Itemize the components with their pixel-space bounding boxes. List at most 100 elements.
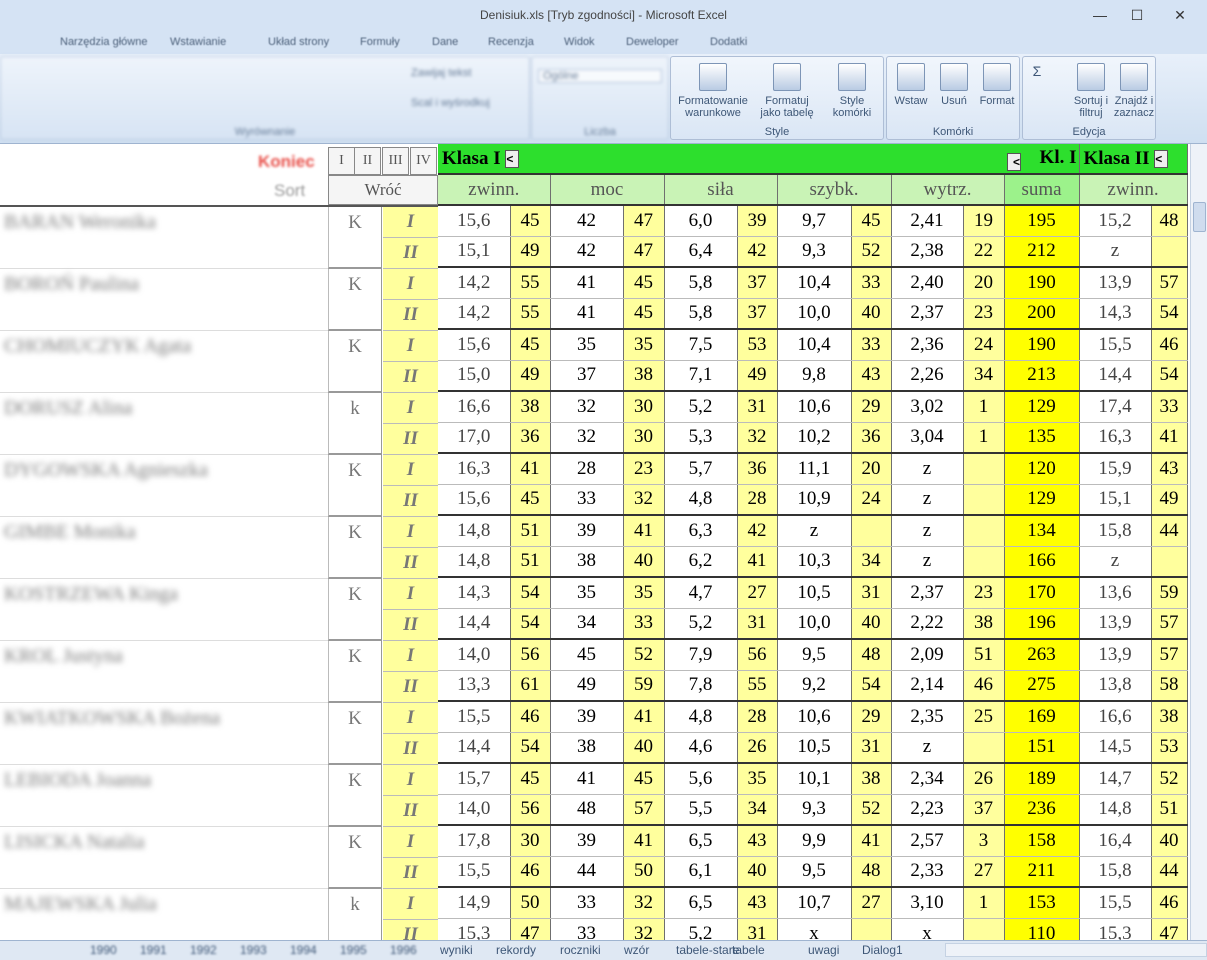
table-cell[interactable]: 2,33 bbox=[891, 856, 964, 888]
table-cell[interactable]: 37 bbox=[737, 266, 778, 299]
table-cell[interactable]: 20 bbox=[963, 266, 1005, 299]
table-cell[interactable]: 120 bbox=[1004, 452, 1080, 485]
table-cell[interactable]: 14,8 bbox=[438, 514, 511, 547]
table-cell[interactable]: 15,8 bbox=[1079, 856, 1152, 888]
table-cell[interactable]: 42 bbox=[550, 236, 624, 268]
table-cell[interactable]: 7,8 bbox=[664, 670, 738, 702]
table-cell[interactable]: 46 bbox=[1151, 886, 1188, 919]
table-cell[interactable]: 41 bbox=[737, 546, 778, 578]
vertical-scrollbar[interactable] bbox=[1190, 144, 1207, 940]
table-cell[interactable]: 15,5 bbox=[1079, 886, 1152, 919]
cell-styles-button[interactable]: Style komórki bbox=[823, 63, 881, 119]
table-cell[interactable]: 42 bbox=[737, 514, 778, 547]
table-cell[interactable]: 54 bbox=[851, 670, 892, 702]
table-cell[interactable] bbox=[851, 514, 892, 547]
table-cell[interactable]: 53 bbox=[737, 328, 778, 361]
table-cell[interactable]: 14,0 bbox=[438, 794, 511, 826]
level-button-III[interactable]: III bbox=[382, 147, 409, 175]
table-cell[interactable]: 23 bbox=[623, 452, 665, 485]
sheet-tab[interactable]: 1994 bbox=[290, 943, 317, 957]
table-cell[interactable]: 43 bbox=[737, 824, 778, 857]
table-cell[interactable]: 2,14 bbox=[891, 670, 964, 702]
table-cell[interactable]: 40 bbox=[623, 546, 665, 578]
table-cell[interactable]: 33 bbox=[851, 266, 892, 299]
table-cell[interactable]: 46 bbox=[1151, 328, 1188, 361]
table-cell[interactable]: 211 bbox=[1004, 856, 1080, 888]
table-cell[interactable]: 49 bbox=[737, 360, 778, 392]
table-cell[interactable]: 45 bbox=[510, 762, 551, 795]
wrap-text-button[interactable]: Zawijaj tekst bbox=[411, 67, 472, 79]
table-cell[interactable]: 17,4 bbox=[1079, 390, 1152, 423]
table-cell[interactable]: 54 bbox=[1151, 298, 1188, 330]
table-cell[interactable]: 40 bbox=[851, 298, 892, 330]
table-cell[interactable]: 14,4 bbox=[438, 608, 511, 640]
table-cell[interactable]: 27 bbox=[737, 576, 778, 609]
table-cell[interactable]: x bbox=[891, 918, 964, 940]
ribbon-tab[interactable]: Układ strony bbox=[268, 36, 329, 48]
table-cell[interactable]: 9,3 bbox=[777, 236, 852, 268]
koniec-button[interactable]: Koniec bbox=[258, 152, 315, 172]
table-cell[interactable]: 129 bbox=[1004, 484, 1080, 516]
table-cell[interactable]: 43 bbox=[851, 360, 892, 392]
table-cell[interactable]: 10,5 bbox=[777, 732, 852, 764]
table-cell[interactable]: 14,0 bbox=[438, 638, 511, 671]
sheet-tab[interactable]: 1995 bbox=[340, 943, 367, 957]
table-cell[interactable]: 31 bbox=[737, 390, 778, 423]
table-cell[interactable]: 36 bbox=[510, 422, 551, 454]
table-cell[interactable]: z bbox=[891, 514, 964, 547]
sheet-tab[interactable]: wzór bbox=[624, 943, 649, 957]
table-cell[interactable]: 2,34 bbox=[891, 762, 964, 795]
table-cell[interactable]: 44 bbox=[550, 856, 624, 888]
table-cell[interactable]: 14,8 bbox=[438, 546, 511, 578]
table-cell[interactable]: 169 bbox=[1004, 700, 1080, 733]
table-cell[interactable]: 47 bbox=[623, 204, 665, 237]
table-cell[interactable]: 56 bbox=[510, 638, 551, 671]
ribbon-tab[interactable]: Widok bbox=[564, 36, 595, 48]
table-cell[interactable]: 14,7 bbox=[1079, 762, 1152, 795]
sheet-tab[interactable]: 1992 bbox=[190, 943, 217, 957]
table-cell[interactable]: 7,1 bbox=[664, 360, 738, 392]
table-cell[interactable]: 40 bbox=[1151, 824, 1188, 857]
table-cell[interactable]: 196 bbox=[1004, 608, 1080, 640]
table-cell[interactable]: 170 bbox=[1004, 576, 1080, 609]
table-cell[interactable]: 14,2 bbox=[438, 266, 511, 299]
autosum-icon[interactable]: Σ bbox=[1027, 64, 1047, 78]
scroll-left-button[interactable]: < bbox=[505, 150, 520, 169]
table-cell[interactable]: 3,10 bbox=[891, 886, 964, 919]
sheet-tab[interactable]: 1996 bbox=[390, 943, 417, 957]
table-cell[interactable] bbox=[963, 514, 1005, 547]
table-cell[interactable]: 5,2 bbox=[664, 918, 738, 940]
table-cell[interactable]: 6,4 bbox=[664, 236, 738, 268]
table-cell[interactable]: 6,5 bbox=[664, 886, 738, 919]
table-cell[interactable]: 45 bbox=[510, 204, 551, 237]
gender-cell[interactable]: K bbox=[328, 765, 382, 827]
table-cell[interactable]: 4,8 bbox=[664, 700, 738, 733]
back-button[interactable]: Wróć bbox=[328, 175, 438, 205]
table-cell[interactable]: 34 bbox=[963, 360, 1005, 392]
table-cell[interactable]: 45 bbox=[510, 328, 551, 361]
sheet-tab[interactable]: wyniki bbox=[440, 943, 473, 957]
scroll-thumb[interactable] bbox=[1193, 202, 1206, 232]
table-cell[interactable]: 31 bbox=[851, 576, 892, 609]
table-cell[interactable]: 36 bbox=[851, 422, 892, 454]
sort-button[interactable]: Sort bbox=[274, 181, 305, 201]
table-cell[interactable]: 23 bbox=[963, 298, 1005, 330]
delete-button[interactable]: Usuń bbox=[934, 63, 974, 107]
table-cell[interactable]: 45 bbox=[510, 484, 551, 516]
table-cell[interactable]: 39 bbox=[737, 204, 778, 237]
table-cell[interactable]: 2,23 bbox=[891, 794, 964, 826]
table-cell[interactable]: 27 bbox=[851, 886, 892, 919]
table-cell[interactable]: 213 bbox=[1004, 360, 1080, 392]
table-cell[interactable]: 57 bbox=[623, 794, 665, 826]
table-cell[interactable]: 15,6 bbox=[438, 328, 511, 361]
table-cell[interactable]: 1 bbox=[963, 886, 1005, 919]
table-cell[interactable]: 263 bbox=[1004, 638, 1080, 671]
table-cell[interactable]: 39 bbox=[550, 824, 624, 857]
table-cell[interactable]: 13,6 bbox=[1079, 576, 1152, 609]
gender-cell[interactable]: K bbox=[328, 579, 382, 641]
table-cell[interactable]: 40 bbox=[623, 732, 665, 764]
table-cell[interactable]: 15,1 bbox=[438, 236, 511, 268]
table-cell[interactable]: 6,5 bbox=[664, 824, 738, 857]
table-cell[interactable]: 5,7 bbox=[664, 452, 738, 485]
table-cell[interactable]: 33 bbox=[1151, 390, 1188, 423]
